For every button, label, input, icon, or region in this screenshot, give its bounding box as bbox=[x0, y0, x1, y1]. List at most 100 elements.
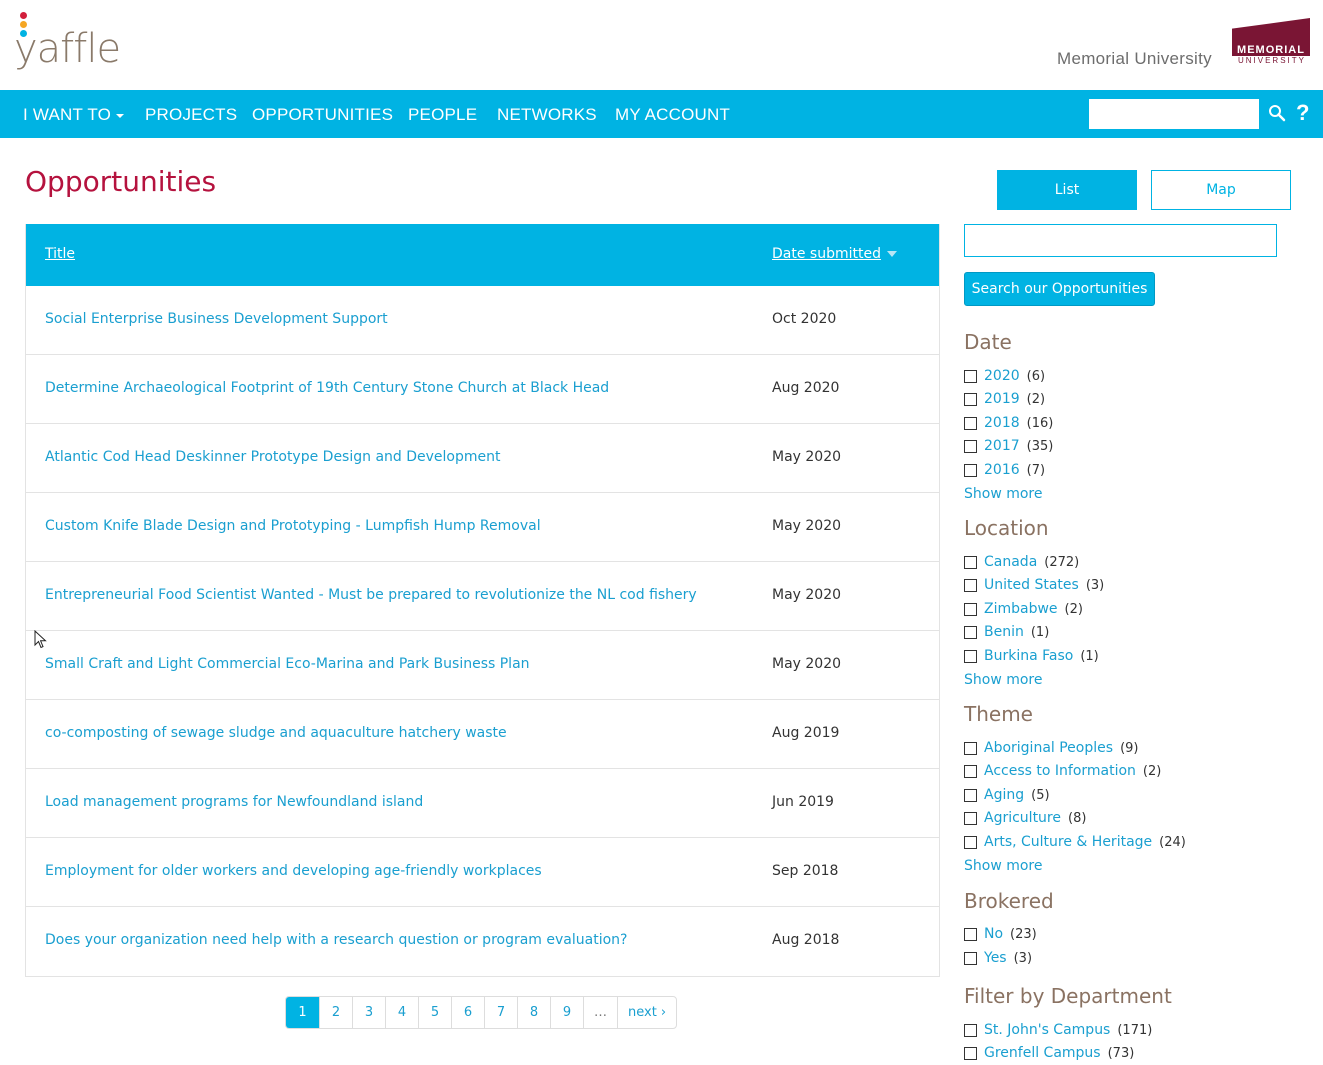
opportunity-title-link[interactable]: Entrepreneurial Food Scientist Wanted - … bbox=[45, 587, 697, 603]
facet-checkbox[interactable] bbox=[964, 416, 977, 430]
opportunity-title-link[interactable]: Social Enterprise Business Development S… bbox=[45, 311, 388, 327]
facet-checkbox[interactable] bbox=[964, 927, 977, 941]
facet-checkbox[interactable] bbox=[964, 555, 977, 569]
table-row: Custom Knife Blade Design and Prototypin… bbox=[26, 493, 939, 562]
facet-label[interactable]: 2019 bbox=[984, 391, 1020, 407]
facet-label[interactable]: St. John's Campus bbox=[984, 1022, 1110, 1038]
search-icon[interactable] bbox=[1268, 104, 1286, 122]
nav-i-want-to[interactable]: I WANT TO bbox=[23, 105, 125, 125]
facet-checkbox[interactable] bbox=[964, 811, 977, 825]
facet-label[interactable]: Canada bbox=[984, 554, 1037, 570]
opportunity-title-link[interactable]: Does your organization need help with a … bbox=[45, 932, 627, 948]
facet-checkbox[interactable] bbox=[964, 369, 977, 383]
facet-checkbox[interactable] bbox=[964, 463, 977, 477]
facet-label[interactable]: Agriculture bbox=[984, 810, 1061, 826]
facet-label[interactable]: No bbox=[984, 926, 1003, 942]
page-1-button[interactable]: 1 bbox=[286, 997, 319, 1028]
show-more-location-link[interactable]: Show more bbox=[964, 672, 1043, 688]
opportunity-date: Aug 2019 bbox=[772, 725, 840, 741]
page-4-button[interactable]: 4 bbox=[385, 997, 418, 1028]
facet-item: Zimbabwe (2) bbox=[964, 599, 1083, 619]
facet-item: United States (3) bbox=[964, 575, 1104, 595]
page-9-button[interactable]: 9 bbox=[550, 997, 583, 1028]
page-6-button[interactable]: 6 bbox=[451, 997, 484, 1028]
facet-count: (23) bbox=[1010, 926, 1037, 942]
facet-label[interactable]: Zimbabwe bbox=[984, 601, 1058, 617]
facet-item: Yes (3) bbox=[964, 948, 1032, 968]
table-row: Small Craft and Light Commercial Eco-Mar… bbox=[26, 631, 939, 700]
sort-desc-icon bbox=[886, 251, 897, 257]
facet-item: 2016 (7) bbox=[964, 460, 1045, 480]
facet-label[interactable]: Arts, Culture & Heritage bbox=[984, 834, 1152, 850]
yaffle-logo[interactable]: yaffle bbox=[12, 10, 127, 72]
column-header-title[interactable]: Title bbox=[45, 246, 75, 262]
facet-label[interactable]: Aging bbox=[984, 787, 1024, 803]
opportunity-title-link[interactable]: Load management programs for Newfoundlan… bbox=[45, 794, 423, 810]
facet-checkbox[interactable] bbox=[964, 764, 977, 778]
opportunity-date: May 2020 bbox=[772, 656, 842, 672]
list-view-button[interactable]: List bbox=[997, 170, 1137, 210]
opportunity-title-link[interactable]: Atlantic Cod Head Deskinner Prototype De… bbox=[45, 449, 501, 465]
facet-checkbox[interactable] bbox=[964, 788, 977, 802]
facet-label[interactable]: Aboriginal Peoples bbox=[984, 740, 1113, 756]
nav-opportunities[interactable]: OPPORTUNITIES bbox=[252, 105, 393, 125]
facet-checkbox[interactable] bbox=[964, 649, 977, 663]
opportunities-search-input[interactable] bbox=[964, 224, 1277, 257]
facet-label[interactable]: 2018 bbox=[984, 415, 1020, 431]
pagination-ellipsis: … bbox=[583, 997, 617, 1028]
search-opportunities-button[interactable]: Search our Opportunities bbox=[964, 272, 1155, 306]
facet-checkbox[interactable] bbox=[964, 625, 977, 639]
nav-networks[interactable]: NETWORKS bbox=[497, 105, 597, 125]
nav-people[interactable]: PEOPLE bbox=[408, 105, 477, 125]
facet-label[interactable]: Benin bbox=[984, 624, 1024, 640]
facet-count: (24) bbox=[1159, 834, 1186, 850]
facet-checkbox[interactable] bbox=[964, 1023, 977, 1037]
page-2-button[interactable]: 2 bbox=[319, 997, 352, 1028]
facet-label[interactable]: 2020 bbox=[984, 368, 1020, 384]
page-5-button[interactable]: 5 bbox=[418, 997, 451, 1028]
opportunity-title-link[interactable]: Small Craft and Light Commercial Eco-Mar… bbox=[45, 656, 530, 672]
facet-checkbox[interactable] bbox=[964, 741, 977, 755]
nav-my-account[interactable]: MY ACCOUNT bbox=[615, 105, 730, 125]
table-row: Entrepreneurial Food Scientist Wanted - … bbox=[26, 562, 939, 631]
opportunity-title-link[interactable]: Determine Archaeological Footprint of 19… bbox=[45, 380, 609, 396]
opportunity-title-link[interactable]: Custom Knife Blade Design and Prototypin… bbox=[45, 518, 541, 534]
facet-checkbox[interactable] bbox=[964, 602, 977, 616]
opportunity-title-link[interactable]: Employment for older workers and develop… bbox=[45, 863, 542, 879]
facet-label[interactable]: Access to Information bbox=[984, 763, 1136, 779]
facet-checkbox[interactable] bbox=[964, 951, 977, 965]
facet-label[interactable]: Yes bbox=[984, 950, 1007, 966]
facet-item: 2017 (35) bbox=[964, 436, 1053, 456]
nav-search-input[interactable] bbox=[1089, 99, 1259, 129]
show-more-theme-link[interactable]: Show more bbox=[964, 858, 1043, 874]
facet-checkbox[interactable] bbox=[964, 835, 977, 849]
facet-checkbox[interactable] bbox=[964, 439, 977, 453]
facet-checkbox[interactable] bbox=[964, 392, 977, 406]
show-more-date-link[interactable]: Show more bbox=[964, 486, 1043, 502]
facet-label[interactable]: Burkina Faso bbox=[984, 648, 1073, 664]
next-page-button[interactable]: next › bbox=[617, 997, 676, 1028]
facet-item: St. John's Campus (171) bbox=[964, 1020, 1152, 1040]
facet-count: (5) bbox=[1031, 787, 1050, 803]
help-icon[interactable]: ? bbox=[1296, 100, 1309, 126]
facet-count: (16) bbox=[1026, 415, 1054, 431]
facet-label[interactable]: Grenfell Campus bbox=[984, 1045, 1101, 1061]
page-8-button[interactable]: 8 bbox=[517, 997, 550, 1028]
page-3-button[interactable]: 3 bbox=[352, 997, 385, 1028]
facet-checkbox[interactable] bbox=[964, 1046, 977, 1060]
facet-count: (3) bbox=[1085, 577, 1105, 593]
facet-label[interactable]: 2017 bbox=[984, 438, 1020, 454]
page-7-button[interactable]: 7 bbox=[484, 997, 517, 1028]
opportunity-title-link[interactable]: co-composting of sewage sludge and aquac… bbox=[45, 725, 507, 741]
column-header-date[interactable]: Date submitted bbox=[772, 246, 897, 262]
nav-projects[interactable]: PROJECTS bbox=[145, 105, 237, 125]
facet-item: Aboriginal Peoples (9) bbox=[964, 738, 1138, 758]
map-view-button[interactable]: Map bbox=[1151, 170, 1291, 210]
logo-dot-red bbox=[20, 12, 27, 19]
facet-label[interactable]: 2016 bbox=[984, 462, 1020, 478]
memorial-university-logo[interactable]: MEMORIAL UNIVERSITY bbox=[1232, 18, 1310, 66]
opportunity-date: Oct 2020 bbox=[772, 311, 837, 327]
facet-checkbox[interactable] bbox=[964, 578, 977, 592]
facet-label[interactable]: United States bbox=[984, 577, 1079, 593]
opportunity-date: Jun 2019 bbox=[772, 794, 834, 810]
